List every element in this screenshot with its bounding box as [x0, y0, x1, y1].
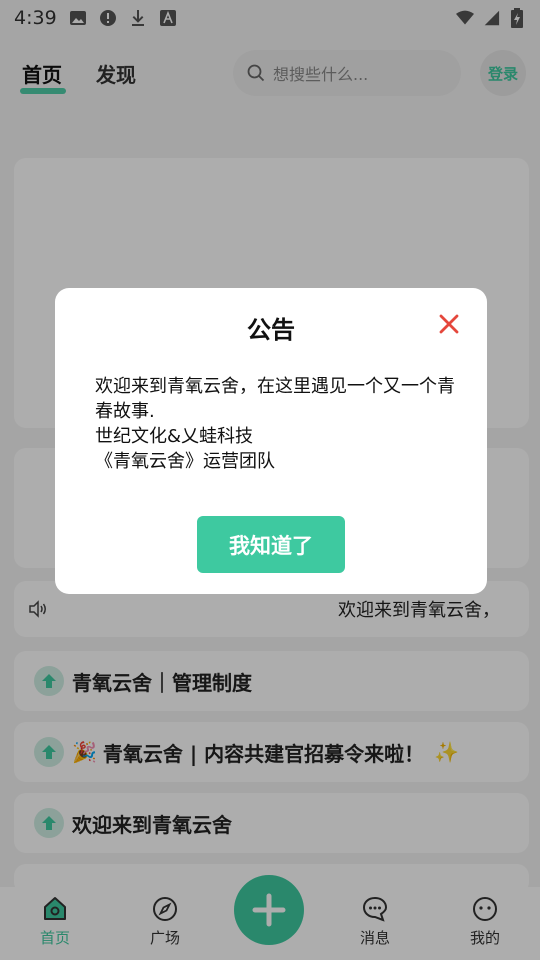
confirm-button[interactable]: 我知道了 — [197, 516, 345, 573]
close-icon[interactable] — [438, 313, 460, 335]
dialog-body: 欢迎来到青氧云舍，在这里遇见一个又一个青春故事. 世纪文化&乂蛙科技 《青氧云舍… — [95, 374, 455, 474]
dialog-title: 公告 — [247, 316, 295, 344]
announcement-dialog: 公告 欢迎来到青氧云舍，在这里遇见一个又一个青春故事. 世纪文化&乂蛙科技 《青… — [55, 288, 487, 594]
dialog-line: 《青氧云舍》运营团队 — [95, 451, 275, 472]
dialog-line: 欢迎来到青氧云舍，在这里遇见一个又一个青春故事. — [95, 376, 455, 422]
dialog-line: 世纪文化&乂蛙科技 — [95, 426, 254, 447]
